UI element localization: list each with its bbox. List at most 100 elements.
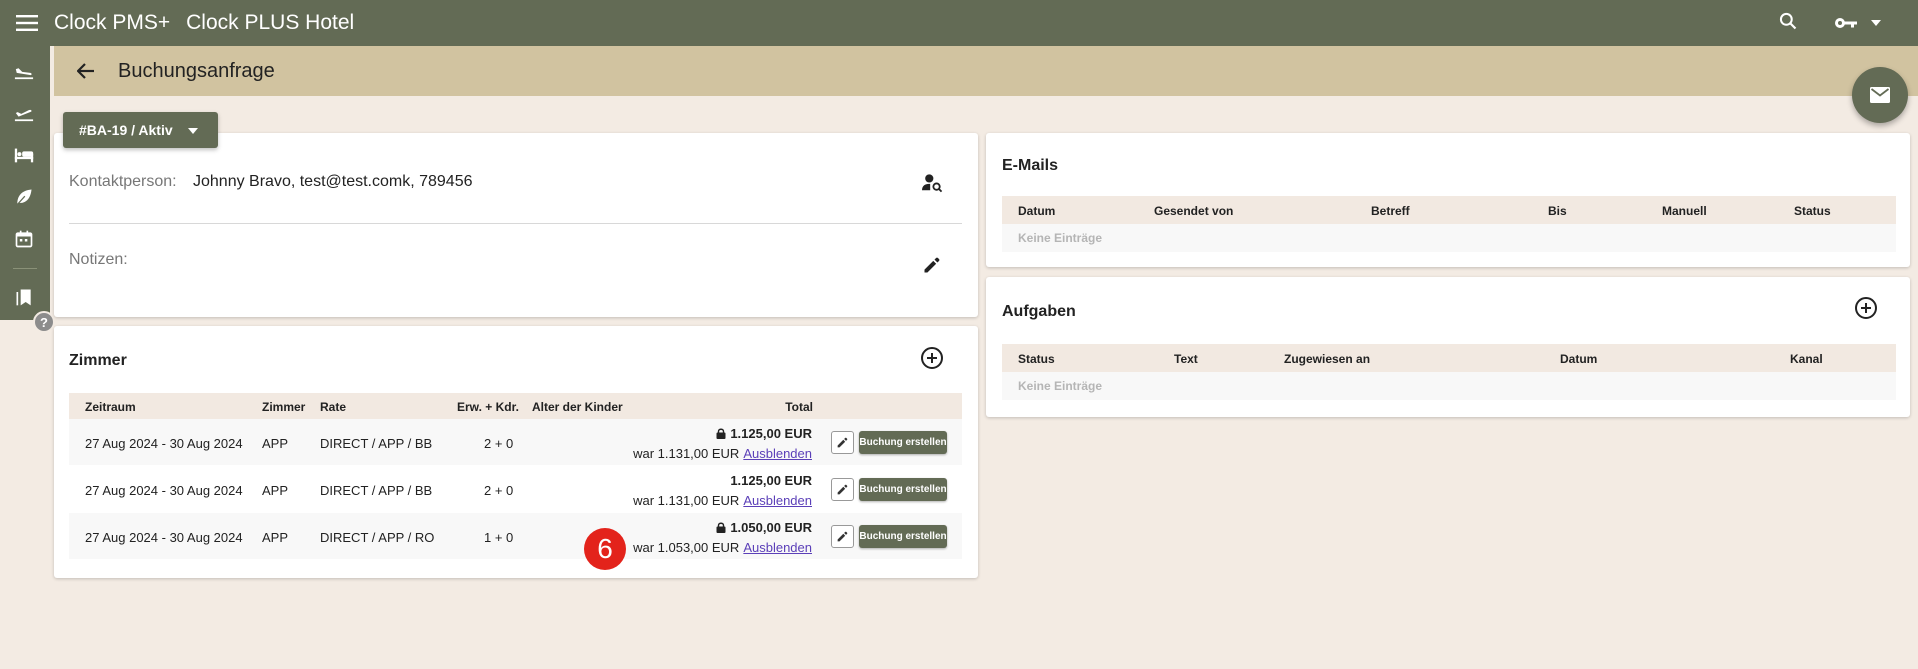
add-task-icon[interactable]: [1852, 294, 1880, 322]
room-erw-kdr: 2 + 0: [484, 436, 514, 451]
mail-button[interactable]: [1852, 67, 1908, 123]
edit-icon: [836, 436, 849, 449]
page-title: Buchungsanfrage: [118, 59, 275, 82]
tasks-empty-label: Keine Einträge: [1018, 379, 1103, 393]
booking-status-dropdown[interactable]: #BA-19 / Aktiv: [63, 112, 218, 148]
room-erw-kdr: 1 + 0: [484, 530, 514, 545]
room-zeitraum: 27 Aug 2024 - 30 Aug 2024: [85, 436, 243, 451]
contact-card: Kontaktperson: Johnny Bravo, test@test.c…: [54, 133, 978, 317]
bed-icon[interactable]: [9, 140, 39, 170]
contact-label: Kontaktperson:: [69, 173, 177, 190]
edit-room-button[interactable]: [831, 431, 854, 454]
tasks-table-header: Status Text Zugewiesen an Datum Kanal: [1002, 344, 1896, 372]
room-total: 1.125,00 EUR: [730, 473, 812, 488]
emails-table: Datum Gesendet von Betreff Bis Manuell S…: [1002, 196, 1896, 252]
key-menu-button[interactable]: [1834, 16, 1882, 30]
header-rate: Rate: [320, 400, 347, 414]
room-rate: DIRECT / APP / BB: [320, 436, 433, 451]
header-zugewiesen-an: Zugewiesen an: [1284, 352, 1371, 366]
room-previous-price: war 1.131,00 EUR Ausblenden: [633, 493, 812, 508]
room-row: 27 Aug 2024 - 30 Aug 2024 APP DIRECT / APP…: [69, 466, 962, 513]
emails-table-header: Datum Gesendet von Betreff Bis Manuell S…: [1002, 196, 1896, 224]
tasks-card: Aufgaben Status Text Zugewiesen an Datum…: [986, 277, 1910, 417]
room-total: 1.050,00 EUR: [716, 520, 812, 535]
help-label: ?: [40, 314, 48, 330]
header-bis: Bis: [1548, 204, 1567, 218]
add-room-icon[interactable]: [918, 344, 946, 372]
hide-link[interactable]: Ausblenden: [743, 493, 812, 508]
hide-link[interactable]: Ausblenden: [743, 446, 812, 461]
room-was-price: war 1.053,00 EUR: [633, 540, 740, 555]
create-booking-button[interactable]: Buchung erstellen: [859, 431, 947, 454]
person-search-icon[interactable]: [918, 169, 946, 197]
search-icon[interactable]: [1778, 11, 1798, 36]
sidenav-divider: [13, 268, 37, 269]
room-zimmer: APP: [262, 483, 289, 498]
hide-link[interactable]: Ausblenden: [743, 540, 812, 555]
rooms-card: Zimmer Zeitraum Zimmer Rate Erw. + Kdr. …: [54, 326, 978, 578]
edit-icon: [836, 483, 849, 496]
step-badge-number: 6: [597, 533, 613, 564]
room-row: 27 Aug 2024 - 30 Aug 2024 APP DIRECT / APP…: [69, 419, 962, 466]
header-datum: Datum: [1560, 352, 1598, 366]
calendar-icon[interactable]: [9, 224, 39, 254]
emails-title: E-Mails: [1002, 157, 1059, 174]
flight-takeoff-icon[interactable]: [9, 98, 39, 128]
header-erw-kdr: Erw. + Kdr.: [457, 400, 519, 414]
room-zeitraum: 27 Aug 2024 - 30 Aug 2024: [85, 483, 243, 498]
emails-empty-row: Keine Einträge: [1002, 224, 1896, 252]
page-header: Buchungsanfrage: [54, 46, 1918, 96]
tasks-table: Status Text Zugewiesen an Datum Kanal Ke…: [1002, 344, 1896, 400]
rooms-table-header: Zeitraum Zimmer Rate Erw. + Kdr. Alter d…: [69, 393, 962, 419]
edit-room-button[interactable]: [831, 478, 854, 501]
room-rate: DIRECT / APP / RO: [320, 530, 435, 545]
arrow-drop-down-icon: [187, 122, 199, 138]
header-manuell: Manuell: [1662, 204, 1707, 218]
app-name[interactable]: Clock PMS+: [54, 11, 170, 35]
room-zimmer: APP: [262, 436, 289, 451]
room-row: 27 Aug 2024 - 30 Aug 2024 APP DIRECT / APP…: [69, 513, 962, 560]
flight-land-icon[interactable]: [9, 56, 39, 86]
header-zimmer: Zimmer: [262, 400, 306, 414]
header-kanal: Kanal: [1790, 352, 1823, 366]
header-gesendet-von: Gesendet von: [1154, 204, 1234, 218]
emails-empty-label: Keine Einträge: [1018, 231, 1103, 245]
menu-icon[interactable]: [0, 0, 54, 46]
lock-icon: [716, 522, 726, 533]
header-total: Total: [785, 400, 813, 414]
room-total: 1.125,00 EUR: [716, 426, 812, 441]
key-icon: [1835, 18, 1857, 28]
rooms-table: Zeitraum Zimmer Rate Erw. + Kdr. Alter d…: [69, 393, 962, 560]
help-icon[interactable]: ?: [33, 311, 55, 333]
leaf-icon[interactable]: [9, 182, 39, 212]
room-zeitraum: 27 Aug 2024 - 30 Aug 2024: [85, 530, 243, 545]
room-total-value: 1.125,00 EUR: [730, 473, 812, 488]
hotel-name[interactable]: Clock PLUS Hotel: [186, 11, 354, 35]
room-erw-kdr: 2 + 0: [484, 483, 514, 498]
edit-room-button[interactable]: [831, 525, 854, 548]
mail-icon: [1870, 87, 1890, 103]
room-previous-price: war 1.053,00 EUR Ausblenden: [633, 540, 812, 555]
step-badge: 6: [584, 528, 626, 570]
arrow-drop-down-icon: [1871, 20, 1881, 26]
header-status: Status: [1018, 352, 1055, 366]
room-previous-price: war 1.131,00 EUR Ausblenden: [633, 446, 812, 461]
contact-value: Johnny Bravo, test@test.comk, 789456: [193, 173, 473, 190]
room-rate: DIRECT / APP / BB: [320, 483, 433, 498]
tasks-empty-row: Keine Einträge: [1002, 372, 1896, 400]
lock-icon: [716, 428, 726, 439]
emails-card: E-Mails Datum Gesendet von Betreff Bis M…: [986, 133, 1910, 267]
room-was-price: war 1.131,00 EUR: [633, 446, 740, 461]
booking-status-label: #BA-19 / Aktiv: [79, 122, 173, 138]
tasks-title: Aufgaben: [1002, 303, 1076, 320]
edit-notes-icon[interactable]: [918, 251, 946, 279]
notes-label: Notizen:: [69, 251, 128, 268]
bookmarks-icon[interactable]: [9, 282, 39, 312]
header-betreff: Betreff: [1371, 204, 1410, 218]
create-booking-button[interactable]: Buchung erstellen: [859, 525, 947, 548]
arrow-back-icon[interactable]: [54, 46, 118, 96]
rooms-title: Zimmer: [69, 352, 127, 369]
create-booking-button[interactable]: Buchung erstellen: [859, 478, 947, 501]
header-status: Status: [1794, 204, 1831, 218]
contact-divider: [69, 223, 962, 224]
